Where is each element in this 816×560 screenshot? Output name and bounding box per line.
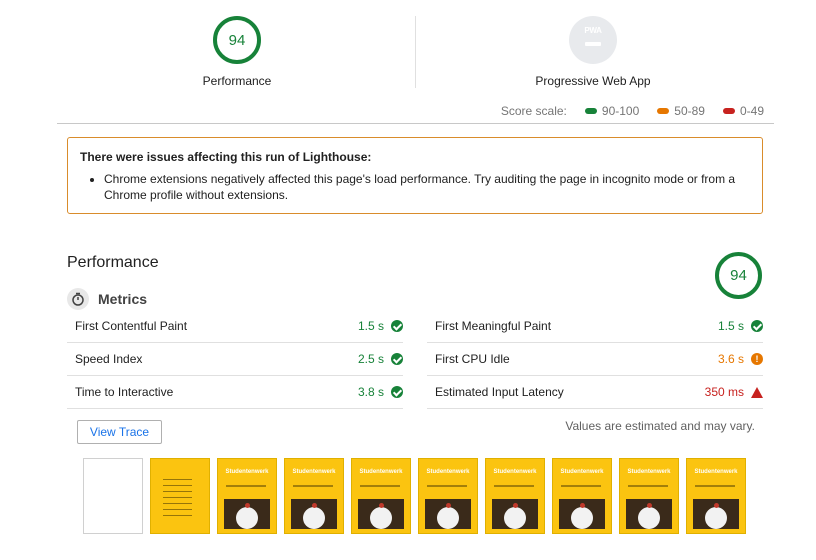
pwa-gauge-label: Progressive Web App bbox=[535, 74, 651, 88]
gauge-divider bbox=[415, 16, 416, 88]
metric-value: 1.5 s bbox=[357, 319, 384, 333]
warning-title: There were issues affecting this run of … bbox=[80, 150, 372, 164]
frame-photo bbox=[492, 499, 538, 529]
filmstrip-frame: Studentenwerk bbox=[284, 458, 344, 534]
metric-name: First Contentful Paint bbox=[75, 319, 188, 333]
run-warnings: There were issues affecting this run of … bbox=[67, 137, 763, 214]
pwa-dash-icon bbox=[585, 42, 601, 46]
frame-brand: Studentenwerk bbox=[627, 469, 671, 475]
scale-fail: 0-49 bbox=[722, 104, 764, 118]
frame-photo bbox=[626, 499, 672, 529]
frame-brand: Studentenwerk bbox=[426, 469, 470, 475]
category-gauges: 94 Performance PWA Progressive Web App S… bbox=[57, 0, 774, 124]
average-info-icon: ! bbox=[751, 353, 763, 365]
metric-value: 3.6 s bbox=[717, 352, 744, 366]
pass-pill-icon bbox=[584, 108, 597, 114]
metric-name: First Meaningful Paint bbox=[435, 319, 552, 333]
metric-name: Estimated Input Latency bbox=[435, 385, 564, 399]
pass-check-icon bbox=[391, 320, 403, 332]
stopwatch-icon bbox=[67, 288, 89, 310]
metric-value: 1.5 s bbox=[717, 319, 744, 333]
scale-average-range: 50-89 bbox=[674, 104, 705, 118]
frame-photo bbox=[693, 499, 739, 529]
metric-name: First CPU Idle bbox=[435, 352, 510, 366]
metric-first-cpu-idle: First CPU Idle 3.6 s! bbox=[427, 343, 763, 376]
metrics-title: Metrics bbox=[98, 291, 148, 307]
performance-gauge-label: Performance bbox=[202, 74, 272, 88]
filmstrip: Studentenwerk Studentenwerk Studentenwer… bbox=[83, 458, 753, 534]
pwa-badge-text: PWA bbox=[584, 26, 602, 35]
filmstrip-frame: Studentenwerk bbox=[485, 458, 545, 534]
fail-pill-icon bbox=[722, 108, 735, 114]
frame-brand: Studentenwerk bbox=[359, 469, 403, 475]
filmstrip-frame bbox=[150, 458, 210, 534]
frame-photo bbox=[224, 499, 270, 529]
performance-section-title: Performance bbox=[67, 254, 159, 271]
performance-score-ring: 94 bbox=[213, 16, 261, 64]
filmstrip-frame-blank bbox=[83, 458, 143, 534]
pass-check-icon bbox=[391, 353, 403, 365]
pwa-gauge[interactable]: PWA Progressive Web App bbox=[503, 16, 683, 88]
metric-speed-index: Speed Index 2.5 s bbox=[67, 343, 403, 376]
frame-photo bbox=[291, 499, 337, 529]
metric-value: 3.8 s bbox=[357, 385, 384, 399]
average-pill-icon bbox=[657, 108, 670, 114]
metric-value: 2.5 s bbox=[357, 352, 384, 366]
metric-first-meaningful-paint: First Meaningful Paint 1.5 s bbox=[427, 310, 763, 343]
warning-list: Chrome extensions negatively affected th… bbox=[104, 171, 750, 203]
frame-brand: Studentenwerk bbox=[292, 469, 336, 475]
filmstrip-frame: Studentenwerk bbox=[686, 458, 746, 534]
metric-first-contentful-paint: First Contentful Paint 1.5 s bbox=[67, 310, 403, 343]
frame-photo bbox=[559, 499, 605, 529]
filmstrip-frame: Studentenwerk bbox=[552, 458, 612, 534]
view-trace-button[interactable]: View Trace bbox=[77, 420, 162, 444]
performance-gauge[interactable]: 94 Performance bbox=[147, 16, 327, 88]
scale-pass: 90-100 bbox=[584, 104, 640, 118]
metric-name: Speed Index bbox=[75, 352, 143, 366]
metrics-column-right: First Meaningful Paint 1.5 s First CPU I… bbox=[427, 310, 763, 409]
frame-photo bbox=[358, 499, 404, 529]
pass-check-icon bbox=[391, 386, 403, 398]
metric-estimated-input-latency: Estimated Input Latency 350 ms bbox=[427, 376, 763, 409]
metric-name: Time to Interactive bbox=[75, 385, 174, 399]
frame-brand: Studentenwerk bbox=[225, 469, 269, 475]
filmstrip-frame: Studentenwerk bbox=[217, 458, 277, 534]
filmstrip-frame: Studentenwerk bbox=[619, 458, 679, 534]
frame-brand: Studentenwerk bbox=[694, 469, 738, 475]
filmstrip-frame: Studentenwerk bbox=[418, 458, 478, 534]
frame-brand: Studentenwerk bbox=[560, 469, 604, 475]
score-scale: Score scale: 90-100 50-89 0-49 bbox=[501, 104, 764, 118]
metric-time-to-interactive: Time to Interactive 3.8 s bbox=[67, 376, 403, 409]
metric-value: 350 ms bbox=[704, 385, 744, 399]
pass-check-icon bbox=[751, 320, 763, 332]
frame-photo bbox=[425, 499, 471, 529]
scale-fail-range: 0-49 bbox=[739, 104, 764, 118]
filmstrip-frame: Studentenwerk bbox=[351, 458, 411, 534]
scale-average: 50-89 bbox=[657, 104, 705, 118]
warning-item: Chrome extensions negatively affected th… bbox=[104, 171, 750, 203]
scale-pass-range: 90-100 bbox=[601, 104, 640, 118]
metrics-column-left: First Contentful Paint 1.5 s Speed Index… bbox=[67, 310, 403, 409]
performance-score: 94 bbox=[228, 31, 246, 49]
pwa-badge-icon: PWA bbox=[569, 16, 617, 64]
metrics-header: Metrics bbox=[67, 288, 147, 310]
performance-section-gauge: 94 bbox=[715, 252, 762, 299]
frame-brand: Studentenwerk bbox=[493, 469, 537, 475]
score-scale-label: Score scale: bbox=[500, 104, 567, 118]
estimated-note: Values are estimated and may vary. bbox=[565, 419, 755, 433]
fail-warning-icon bbox=[751, 386, 763, 398]
performance-section-score: 94 bbox=[730, 267, 747, 284]
